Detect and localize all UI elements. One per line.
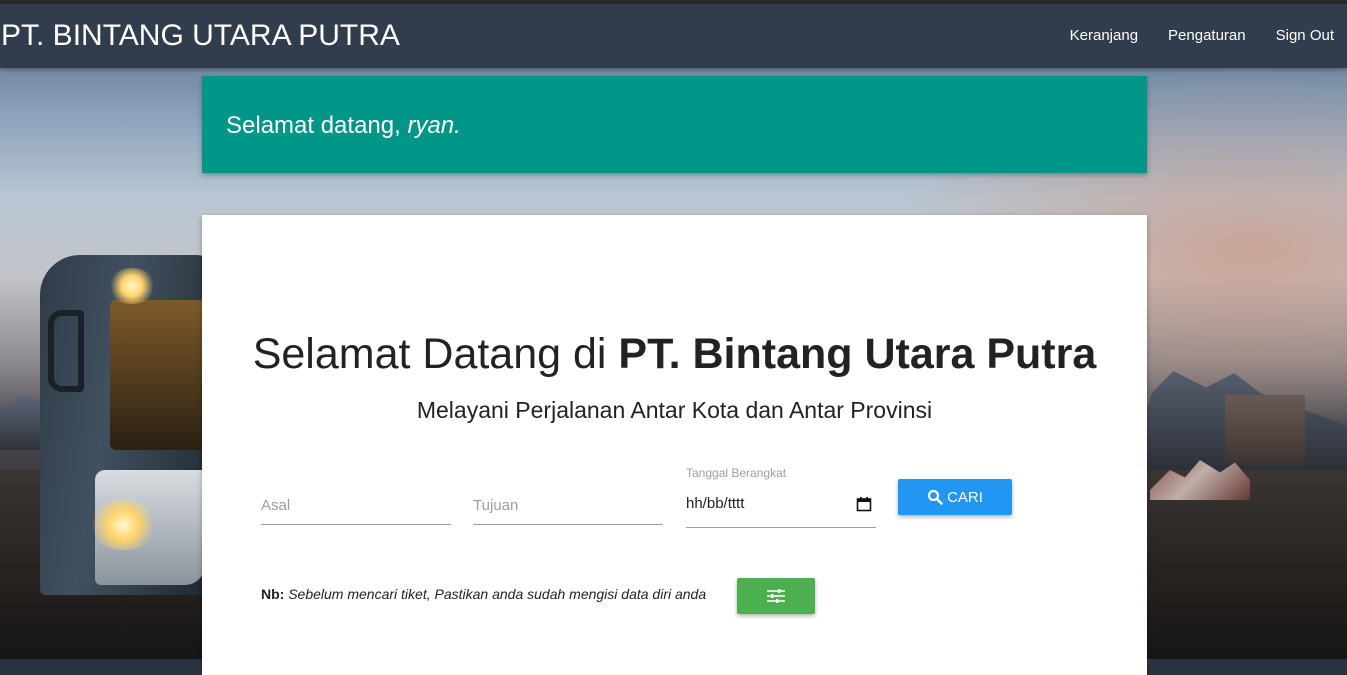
search-button[interactable]: CARI	[898, 479, 1012, 515]
welcome-greeting: Selamat datang,	[226, 112, 401, 139]
note-prefix: Nb:	[261, 586, 285, 602]
hero-title-bold: PT. Bintang Utara Putra	[618, 330, 1097, 378]
hero-subtitle: Melayani Perjalanan Antar Kota dan Antar…	[416, 397, 933, 423]
profile-settings-button[interactable]	[737, 578, 815, 614]
hero-title: Selamat Datang di PT. Bintang Utara Putr…	[202, 327, 1147, 381]
welcome-banner: Selamat datang, ryan.	[202, 76, 1147, 173]
shed	[1225, 395, 1305, 465]
date-value: hh/bb/tttt	[686, 495, 745, 512]
origin-input[interactable]	[261, 487, 451, 525]
welcome-text: Selamat datang, ryan.	[226, 112, 461, 140]
bus-mirror	[48, 310, 84, 392]
search-button-label: CARI	[947, 488, 983, 506]
destination-input[interactable]	[473, 487, 663, 525]
note: Nb: Sebelum mencari tiket, Pastikan anda…	[261, 586, 706, 602]
calendar-icon[interactable]	[856, 496, 872, 512]
search-card: Selamat Datang di PT. Bintang Utara Putr…	[202, 215, 1147, 675]
sliders-icon	[767, 589, 785, 603]
nav-cart[interactable]: Keranjang	[1070, 20, 1138, 52]
nav-settings[interactable]: Pengaturan	[1168, 20, 1246, 52]
bus-top-light	[108, 268, 156, 304]
nav-menu: Keranjang Pengaturan Sign Out	[1070, 20, 1334, 52]
nav-signout[interactable]: Sign Out	[1276, 20, 1334, 52]
date-label: Tanggal Berangkat	[686, 466, 787, 480]
hero-title-regular: Selamat Datang di	[252, 330, 607, 378]
bus-window	[110, 300, 205, 450]
brand-logo[interactable]: PT. BINTANG UTARA PUTRA	[1, 18, 400, 54]
navbar: PT. BINTANG UTARA PUTRA Keranjang Pengat…	[0, 0, 1347, 68]
bus-headlight	[88, 500, 158, 550]
note-text: Sebelum mencari tiket, Pastikan anda sud…	[288, 586, 707, 602]
date-input[interactable]: hh/bb/tttt	[686, 490, 876, 528]
welcome-username: ryan.	[407, 112, 461, 139]
search-icon	[927, 489, 943, 505]
